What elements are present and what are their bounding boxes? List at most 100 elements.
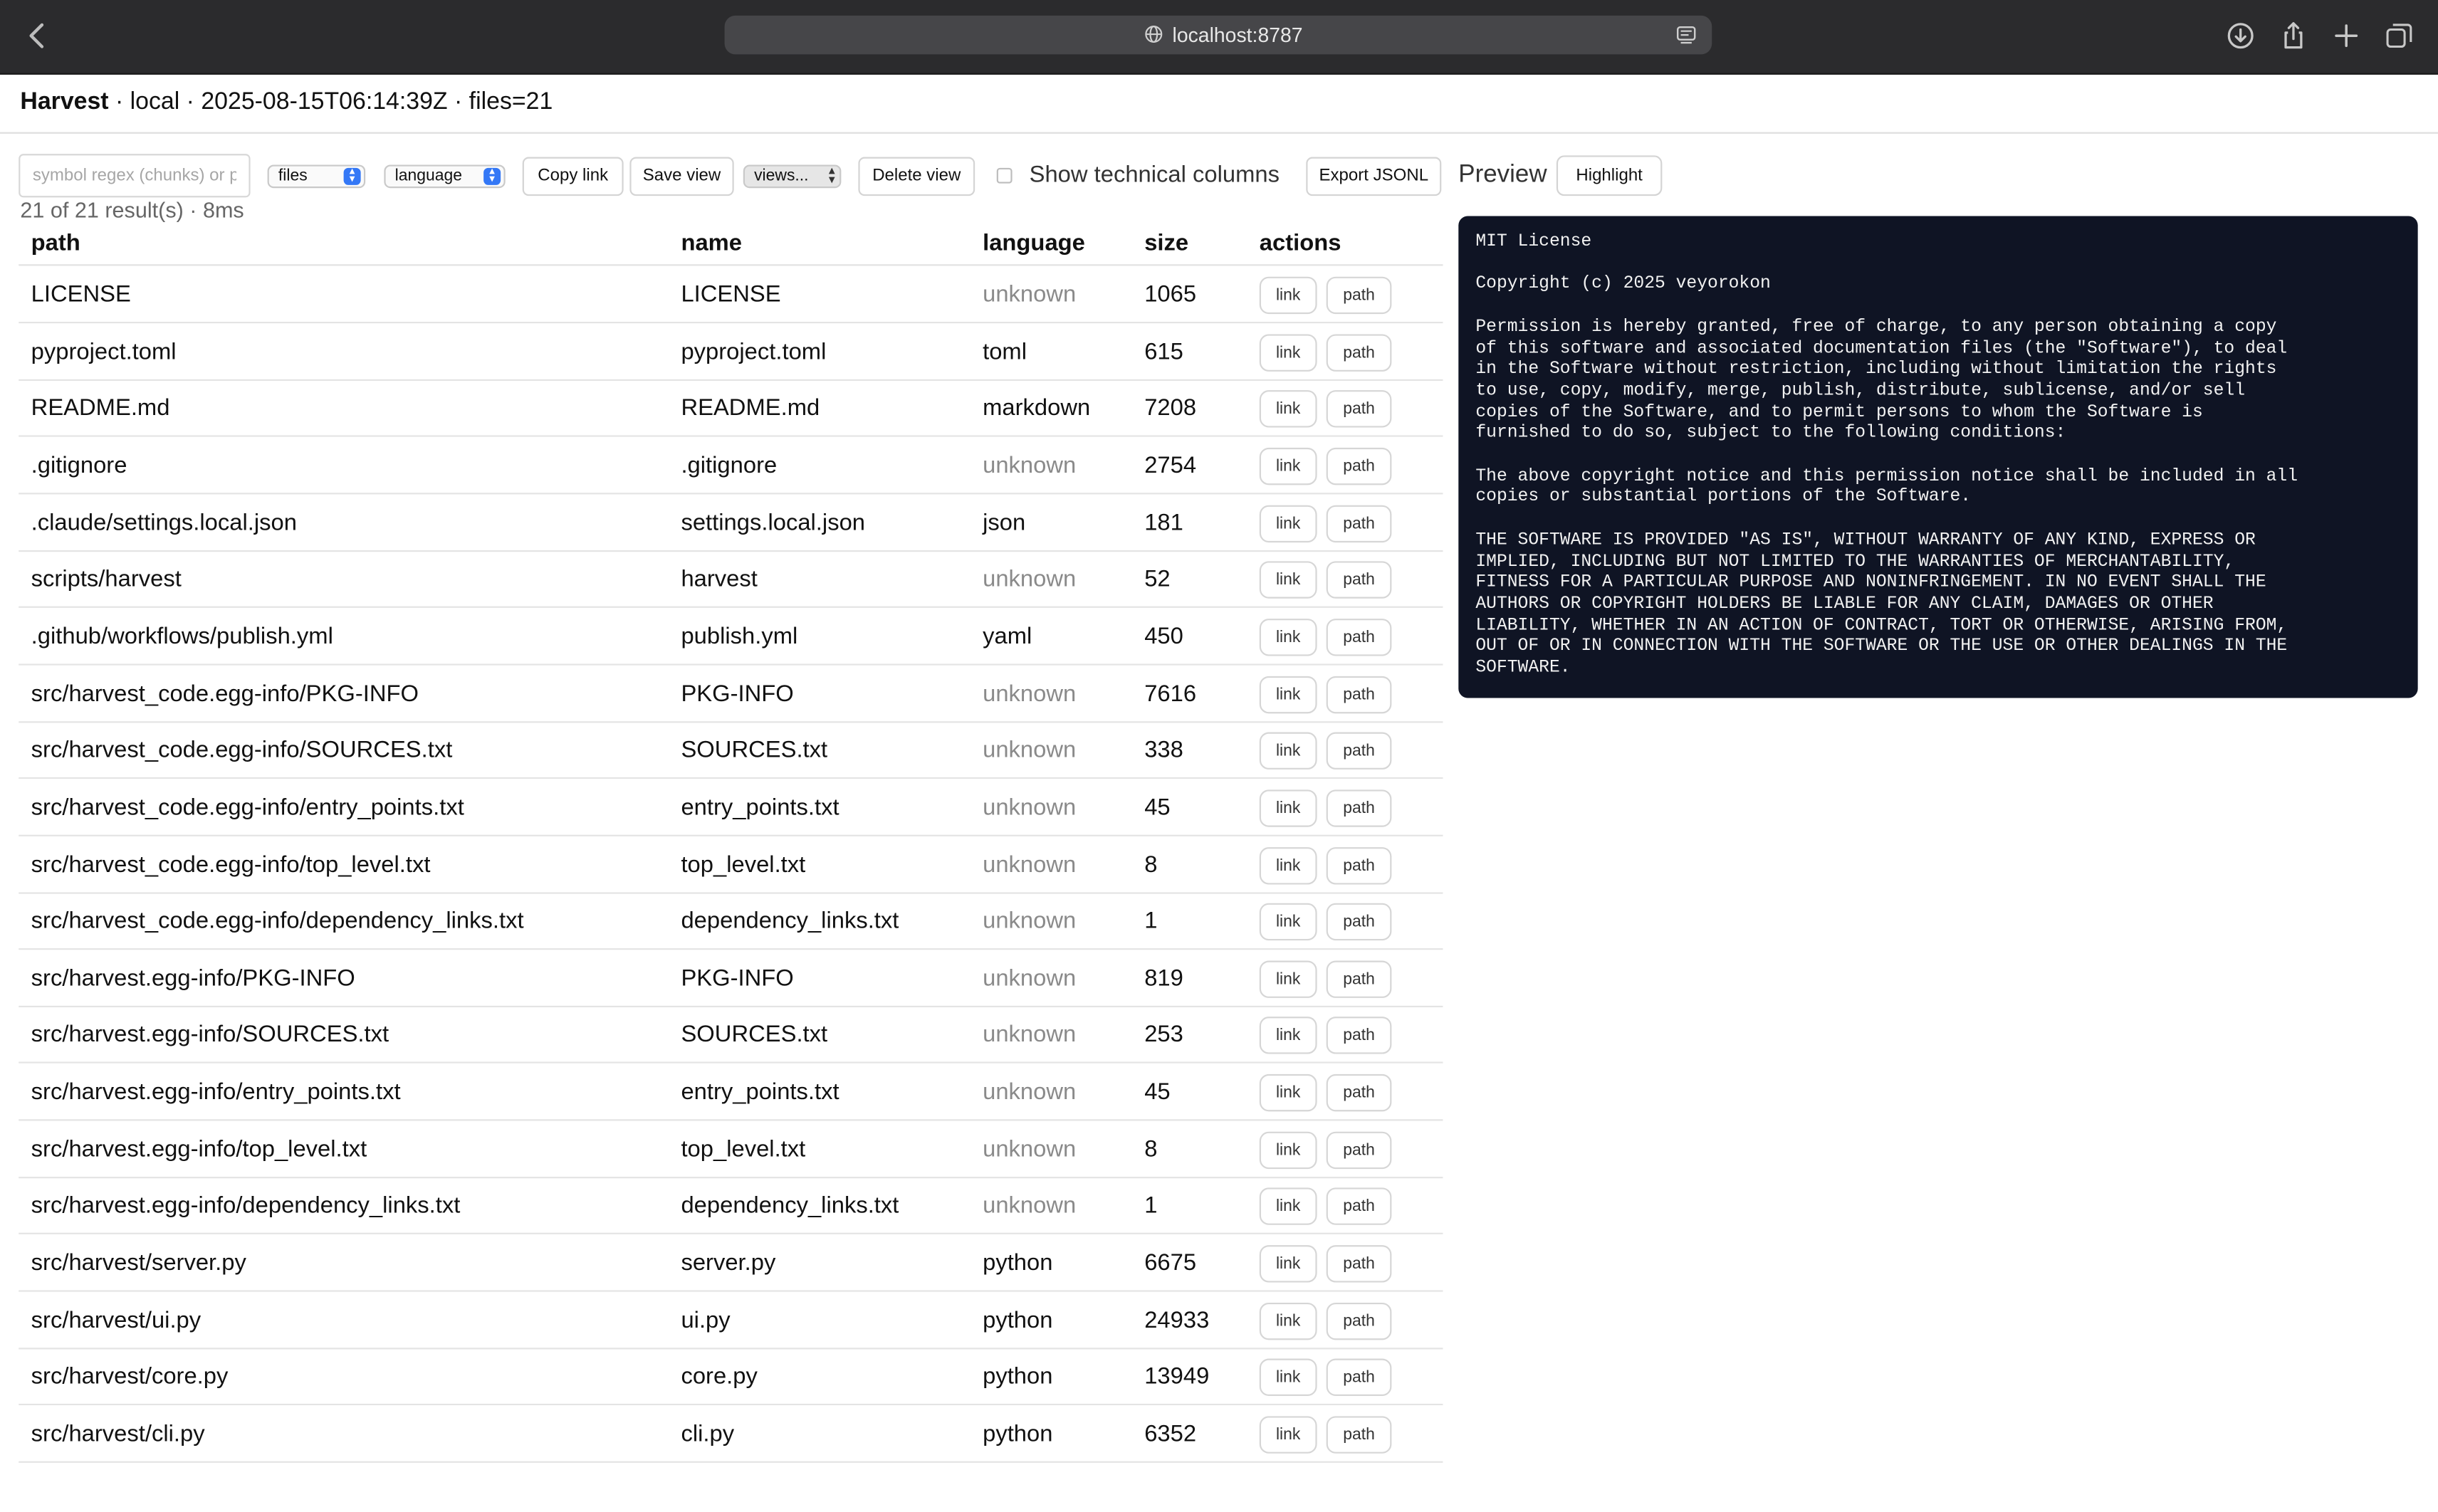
reader-icon[interactable] (1676, 25, 1696, 45)
row-link-button[interactable]: link (1259, 561, 1317, 599)
row-link-button[interactable]: link (1259, 447, 1317, 485)
cell-name: top_level.txt (681, 1135, 806, 1162)
column-header-name[interactable]: name (681, 230, 742, 256)
row-link-button[interactable]: link (1259, 732, 1317, 770)
export-jsonl-button[interactable]: Export JSONL (1306, 157, 1442, 196)
language-select[interactable]: language ▴ ▾ (384, 164, 506, 189)
table-row[interactable]: README.md README.md markdown 7208 link path (19, 379, 1443, 438)
row-link-button[interactable]: link (1259, 1017, 1317, 1055)
row-link-button[interactable]: link (1259, 789, 1317, 827)
row-path-button[interactable]: path (1326, 846, 1392, 884)
highlight-button[interactable]: Highlight (1556, 155, 1663, 196)
row-path-button[interactable]: path (1326, 276, 1392, 315)
row-path-button[interactable]: path (1326, 333, 1392, 372)
table-row[interactable]: src/harvest_code.egg-info/top_level.txt t… (19, 836, 1443, 893)
row-path-button[interactable]: path (1326, 1188, 1392, 1226)
row-link-button[interactable]: link (1259, 504, 1317, 542)
cell-size: 13949 (1144, 1363, 1210, 1390)
table-row[interactable]: src/harvest_code.egg-info/PKG-INFO PKG-IN… (19, 665, 1443, 723)
row-link-button[interactable]: link (1259, 1359, 1317, 1397)
row-link-button[interactable]: link (1259, 846, 1317, 884)
row-link-button[interactable]: link (1259, 1245, 1317, 1283)
cell-path: src/harvest.egg-info/entry_points.txt (31, 1078, 401, 1106)
table-row[interactable]: pyproject.toml pyproject.toml toml 615 link p… (19, 322, 1443, 381)
technical-columns-checkbox[interactable] (996, 167, 1013, 184)
table-row[interactable]: src/harvest/core.py core.py python 13949 lin… (19, 1348, 1443, 1406)
row-link-button[interactable]: link (1259, 1074, 1317, 1112)
table-row[interactable]: .github/workflows/publish.yml publish.yml… (19, 608, 1443, 666)
row-link-button[interactable]: link (1259, 618, 1317, 656)
cell-name: dependency_links.txt (681, 908, 899, 935)
cell-path: .gitignore (31, 452, 127, 479)
cell-name: publish.yml (681, 623, 798, 650)
tabs-overview-icon[interactable] (2384, 20, 2415, 51)
cell-size: 181 (1144, 509, 1183, 536)
row-link-button[interactable]: link (1259, 390, 1317, 429)
row-path-button[interactable]: path (1326, 618, 1392, 656)
row-path-button[interactable]: path (1326, 1245, 1392, 1283)
cell-size: 615 (1144, 338, 1183, 365)
cell-language: unknown (983, 1022, 1077, 1049)
row-link-button[interactable]: link (1259, 1188, 1317, 1226)
views-select[interactable]: views... ▴ ▾ (743, 164, 842, 189)
download-icon[interactable] (2225, 20, 2256, 51)
mode-select[interactable]: files ▴ ▾ (267, 164, 366, 189)
column-header-size[interactable]: size (1144, 230, 1188, 256)
row-path-button[interactable]: path (1326, 960, 1392, 998)
row-path-button[interactable]: path (1326, 1131, 1392, 1169)
row-path-button[interactable]: path (1326, 1017, 1392, 1055)
row-path-button[interactable]: path (1326, 1302, 1392, 1340)
table-row[interactable]: .gitignore .gitignore unknown 2754 link path (19, 436, 1443, 495)
row-link-button[interactable]: link (1259, 276, 1317, 315)
cell-path: README.md (31, 395, 170, 422)
table-row[interactable]: LICENSE LICENSE unknown 1065 link path (19, 266, 1443, 324)
row-path-button[interactable]: path (1326, 447, 1392, 485)
row-path-button[interactable]: path (1326, 903, 1392, 941)
table-row[interactable]: src/harvest.egg-info/dependency_links.tx… (19, 1177, 1443, 1235)
table-row[interactable]: src/harvest_code.egg-info/entry_points.t… (19, 779, 1443, 836)
table-row[interactable]: src/harvest.egg-info/entry_points.txt ent… (19, 1064, 1443, 1121)
row-path-button[interactable]: path (1326, 1416, 1392, 1454)
save-view-button[interactable]: Save view (629, 157, 734, 196)
table-row[interactable]: src/harvest_code.egg-info/SOURCES.txt SOU… (19, 722, 1443, 779)
row-link-button[interactable]: link (1259, 675, 1317, 713)
table-row[interactable]: src/harvest/ui.py ui.py python 24933 link pat… (19, 1291, 1443, 1349)
column-header-language[interactable]: language (983, 230, 1085, 256)
new-tab-plus-icon[interactable] (2330, 20, 2362, 51)
row-link-button[interactable]: link (1259, 333, 1317, 372)
copy-link-button[interactable]: Copy link (522, 157, 624, 196)
select-arrows-icon: ▴ ▾ (343, 167, 361, 185)
table-row[interactable]: .claude/settings.local.json settings.loca… (19, 494, 1443, 552)
delete-view-button[interactable]: Delete view (858, 157, 975, 196)
cell-path: src/harvest/server.py (31, 1249, 246, 1276)
table-row[interactable]: src/harvest.egg-info/top_level.txt top_le… (19, 1120, 1443, 1178)
row-path-button[interactable]: path (1326, 732, 1392, 770)
row-path-button[interactable]: path (1326, 561, 1392, 599)
table-row[interactable]: src/harvest.egg-info/PKG-INFO PKG-INFO unk… (19, 950, 1443, 1007)
search-input[interactable] (19, 154, 251, 198)
cell-name: ui.py (681, 1306, 731, 1333)
technical-columns-label[interactable]: Show technical columns (1030, 162, 1280, 188)
table-row[interactable]: scripts/harvest harvest unknown 52 link path (19, 551, 1443, 609)
address-bar[interactable]: localhost:8787 (724, 15, 1712, 55)
row-path-button[interactable]: path (1326, 1074, 1392, 1112)
row-path-button[interactable]: path (1326, 504, 1392, 542)
column-header-path[interactable]: path (31, 230, 80, 256)
row-link-button[interactable]: link (1259, 1416, 1317, 1454)
row-link-button[interactable]: link (1259, 1131, 1317, 1169)
table-row[interactable]: src/harvest_code.egg-info/dependency_lin… (19, 893, 1443, 950)
row-path-button[interactable]: path (1326, 390, 1392, 429)
row-link-button[interactable]: link (1259, 903, 1317, 941)
row-path-button[interactable]: path (1326, 675, 1392, 713)
cell-name: PKG-INFO (681, 965, 794, 992)
table-row[interactable]: src/harvest.egg-info/SOURCES.txt SOURCES.… (19, 1007, 1443, 1064)
cell-language: python (983, 1249, 1053, 1276)
back-chevron-icon[interactable] (22, 19, 53, 53)
share-icon[interactable] (2278, 20, 2309, 51)
row-link-button[interactable]: link (1259, 1302, 1317, 1340)
table-row[interactable]: src/harvest/server.py server.py python 6675… (19, 1234, 1443, 1292)
row-path-button[interactable]: path (1326, 789, 1392, 827)
row-link-button[interactable]: link (1259, 960, 1317, 998)
row-path-button[interactable]: path (1326, 1359, 1392, 1397)
table-row[interactable]: src/harvest/cli.py cli.py python 6352 link pa… (19, 1405, 1443, 1463)
